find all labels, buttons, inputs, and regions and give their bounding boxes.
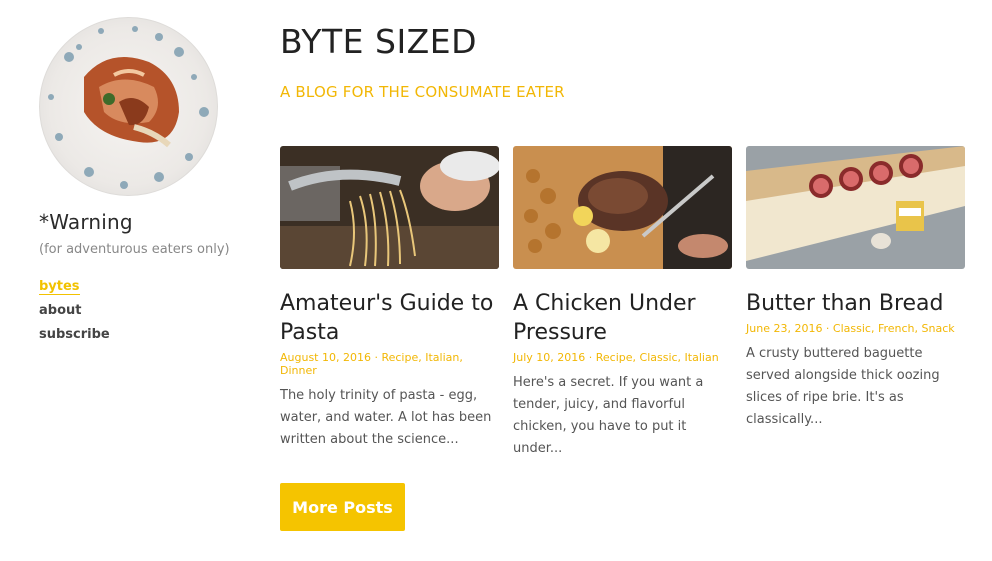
post-title[interactable]: Amateur's Guide to Pasta	[280, 289, 499, 347]
post-thumbnail[interactable]	[513, 146, 732, 269]
blog-warning-title: *Warning	[39, 210, 133, 234]
post-thumbnail[interactable]	[280, 146, 499, 269]
sidebar-nav: bytes about subscribe	[39, 275, 239, 347]
post-thumbnail[interactable]	[746, 146, 965, 269]
nav-item-label[interactable]: subscribe	[39, 327, 110, 342]
post-title[interactable]: Butter than Bread	[746, 289, 965, 318]
nav-item-about[interactable]: about	[39, 299, 239, 323]
post-excerpt: Here's a secret. If you want a tender, j…	[513, 375, 704, 456]
post-meta[interactable]: July 10, 2016 · Recipe, Classic, Italian	[513, 351, 732, 364]
main-content: BYTE SIZED A BLOG FOR THE CONSUMATE EATE…	[280, 22, 970, 460]
post-excerpt: The holy trinity of pasta - egg, water, …	[280, 388, 492, 447]
post-meta[interactable]: August 10, 2016 · Recipe, Italian, Dinne…	[280, 351, 499, 377]
post-meta[interactable]: June 23, 2016 · Classic, French, Snack	[746, 322, 965, 335]
blog-warning-subtitle: (for adventurous eaters only)	[39, 242, 230, 257]
post-grid: Amateur's Guide to Pasta August 10, 2016…	[280, 146, 970, 460]
avatar[interactable]	[39, 17, 218, 196]
nav-item-label[interactable]: about	[39, 303, 81, 318]
post-card: A Chicken Under Pressure July 10, 2016 ·…	[513, 146, 732, 460]
site-title[interactable]: BYTE SIZED	[280, 22, 970, 61]
nav-item-label[interactable]: bytes	[39, 279, 80, 295]
site-tagline: A BLOG FOR THE CONSUMATE EATER	[280, 83, 565, 101]
post-card: Amateur's Guide to Pasta August 10, 2016…	[280, 146, 499, 460]
sidebar: *Warning (for adventurous eaters only) b…	[39, 17, 239, 347]
post-excerpt: A crusty buttered baguette served alongs…	[746, 346, 940, 427]
post-card: Butter than Bread June 23, 2016 · Classi…	[746, 146, 965, 460]
nav-item-subscribe[interactable]: subscribe	[39, 323, 239, 347]
post-title[interactable]: A Chicken Under Pressure	[513, 289, 732, 347]
nav-item-bytes[interactable]: bytes	[39, 275, 239, 299]
more-posts-button[interactable]: More Posts	[280, 483, 405, 531]
